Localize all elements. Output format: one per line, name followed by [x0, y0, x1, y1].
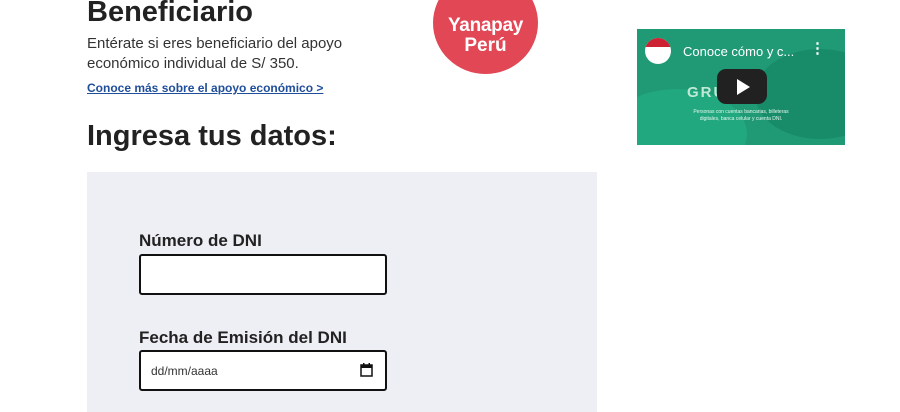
page-subtitle: Entérate si eres beneficiario del apoyo … — [87, 35, 343, 72]
dni-input[interactable] — [139, 254, 387, 295]
date-placeholder: dd/mm/aaaa — [151, 364, 218, 378]
dni-label: Número de DNI — [139, 231, 262, 250]
play-button[interactable] — [717, 69, 767, 104]
video-caption-text: Personas con cuentas bancarias, billeter… — [693, 109, 789, 122]
video-player[interactable]: MIDIS Conoce cómo y c... ⋮ GRUPO 2 Perso… — [637, 29, 845, 145]
logo-line-1: Yanapay — [447, 15, 523, 36]
calendar-icon[interactable] — [360, 363, 373, 377]
play-icon — [737, 78, 750, 95]
yanapay-logo: Yanapay Perú — [433, 0, 538, 74]
form-panel: Número de DNI Fecha de Emisión del DNI d… — [87, 172, 597, 412]
video-title[interactable]: Conoce cómo y c... — [683, 44, 794, 59]
date-input[interactable]: dd/mm/aaaa — [139, 350, 387, 391]
page-title: Beneficiario — [87, 0, 253, 28]
form-heading: Ingresa tus datos: — [87, 120, 337, 152]
vertical-dots-icon[interactable]: ⋮ — [810, 41, 825, 56]
more-info-link[interactable]: Conoce más sobre el apoyo económico > — [87, 81, 323, 95]
logo-line-2: Perú — [464, 35, 507, 56]
date-label: Fecha de Emisión del DNI — [139, 328, 347, 347]
channel-name: MIDIS — [647, 50, 664, 56]
flag-icon — [645, 38, 671, 47]
